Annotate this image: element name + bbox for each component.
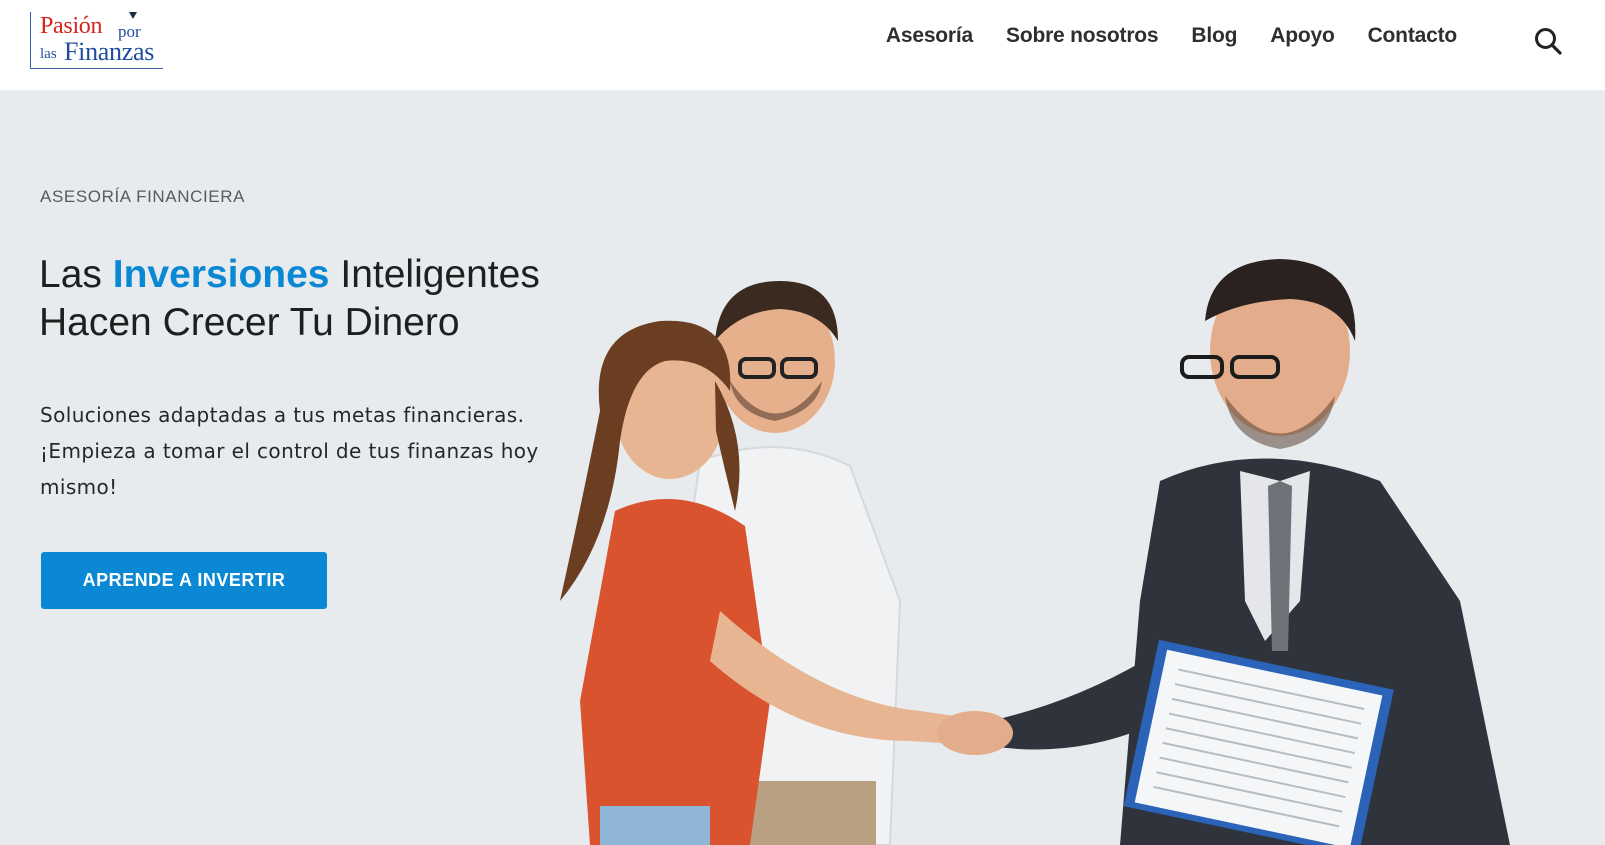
nav-item-blog[interactable]: Blog [1191,24,1237,48]
nav-item-contacto[interactable]: Contacto [1368,24,1458,48]
nav-item-asesoria[interactable]: Asesoría [886,24,973,48]
site-header: Pasión por las Finanzas Asesoría Sobre n… [0,0,1605,91]
headline-part1: Las [39,253,102,296]
logo-text-pasion: Pasión [40,13,103,39]
hero-eyebrow: ASESORÍA FINANCIERA [40,187,246,206]
site-logo[interactable]: Pasión por las Finanzas [30,12,163,69]
logo-flag-icon [129,12,137,19]
hero-section: ASESORÍA FINANCIERA Las Inversiones Inte… [0,91,1605,845]
hero-headline: Las Inversiones Inteligentes Hacen Crece… [39,251,599,347]
headline-accent: Inversiones [112,253,330,296]
hero-photo [560,259,1510,845]
search-icon[interactable] [1533,26,1563,56]
main-nav: Asesoría Sobre nosotros Blog Apoyo Conta… [886,24,1457,48]
hero-subtext: Soluciones adaptadas a tus metas financi… [40,403,539,499]
nav-item-sobre-nosotros[interactable]: Sobre nosotros [1006,24,1159,48]
logo-text-las: las [40,46,57,62]
nav-item-apoyo[interactable]: Apoyo [1270,24,1335,48]
businessman-figure [937,259,1510,845]
logo-text-finanzas: Finanzas [64,37,155,66]
learn-invest-button[interactable]: APRENDE A INVERTIR [41,552,327,609]
